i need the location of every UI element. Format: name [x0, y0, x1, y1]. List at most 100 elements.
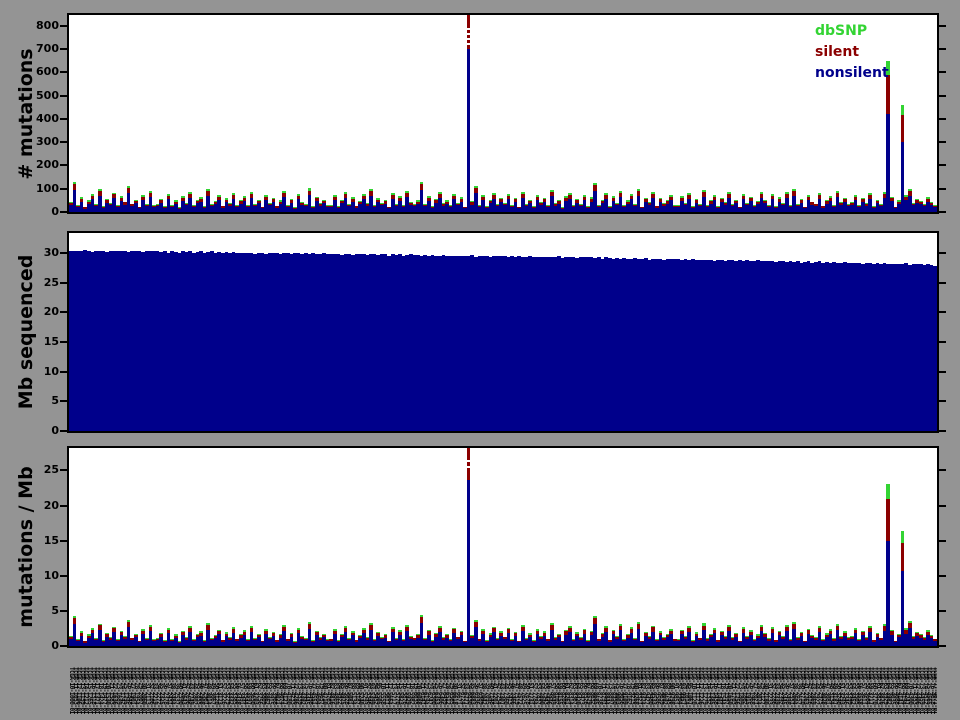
panel-mutation-rate: 0 5 10 15 20 25 — [44, 446, 946, 652]
y-tick-right — [939, 311, 946, 314]
axis-break-mark — [466, 28, 471, 30]
y-tick-left — [60, 94, 67, 97]
bar-segment-dbsnp — [901, 531, 904, 543]
y-tick-right — [939, 211, 946, 213]
y-tick-label: 200 — [36, 158, 59, 172]
y-tick-right — [939, 187, 946, 190]
y-tick-label: 15 — [43, 335, 59, 349]
legend-label-nonsilent: nonsilent — [815, 65, 889, 81]
y-tick-left — [60, 370, 67, 373]
bar — [933, 205, 937, 212]
y-tick-label: 10 — [43, 568, 59, 582]
y-tick-label: 100 — [36, 181, 59, 195]
y-tick-right — [939, 370, 946, 373]
y-tick-left — [60, 469, 67, 472]
bar — [933, 265, 937, 431]
legend-item-nonsilent: nonsilent — [815, 63, 889, 84]
legend-label-dbsnp: dbSNP — [815, 23, 868, 39]
y-tick-right — [939, 117, 946, 120]
axis-break-mark — [466, 460, 471, 462]
y-tick-label: 30 — [43, 246, 59, 260]
y-tick-label: 25 — [43, 275, 59, 289]
y-tick-left — [60, 164, 67, 167]
y-tick-left — [60, 539, 67, 542]
axis-break-mark — [466, 43, 471, 45]
y-tick-label: 700 — [36, 41, 59, 55]
y-tick-right — [939, 24, 946, 27]
bar — [933, 638, 937, 646]
y-tick-right — [939, 469, 946, 472]
legend-item-dbsnp: dbSNP — [815, 21, 889, 42]
y-tick-left — [60, 430, 67, 432]
y-tick-right — [939, 94, 946, 97]
y-tick-right — [939, 47, 946, 50]
y-tick-right — [939, 400, 946, 403]
bar — [467, 448, 470, 646]
y-tick-left — [60, 400, 67, 403]
y-tick-left — [60, 24, 67, 27]
y-tick-left — [60, 252, 67, 255]
y-tick-right — [939, 281, 946, 284]
legend-item-silent: silent — [815, 42, 889, 63]
bar-segment-mb-sequenced — [933, 265, 937, 431]
y-tick-right — [939, 141, 946, 144]
axis-break-mark — [466, 33, 471, 35]
y-tick-right — [939, 71, 946, 74]
y-tick-label: 20 — [43, 498, 59, 512]
y-tick-right — [939, 252, 946, 255]
y-tick-label: 800 — [36, 18, 59, 32]
y-tick-left — [60, 574, 67, 577]
y-tick-label: 400 — [36, 111, 59, 125]
y-tick-left — [60, 211, 67, 213]
y-tick-label: 15 — [43, 533, 59, 547]
bar-segment-dbsnp — [886, 483, 890, 499]
y-tick-label: 10 — [43, 364, 59, 378]
axis-break-mark — [466, 38, 471, 40]
y-tick-right — [939, 430, 946, 432]
bars-mutation-counts — [69, 15, 937, 212]
legend: dbSNP silent nonsilent — [815, 21, 889, 84]
plot-area-mutation-rate: 0 5 10 15 20 25 — [44, 448, 946, 652]
bar-segment-nonsilent — [467, 49, 470, 212]
y-tick-left — [60, 187, 67, 190]
y-tick-right — [939, 164, 946, 167]
bar-segment-nonsilent — [933, 640, 937, 646]
y-tick-left — [60, 341, 67, 344]
plot-area-mutation-counts: dbSNP silent nonsilent 0 100 200 300 400 500 6… — [36, 15, 946, 218]
y-tick-label: 0 — [51, 424, 59, 437]
panel-mb-sequenced: 0 5 10 15 20 25 30 — [44, 231, 946, 437]
bar-segment-silent — [886, 498, 890, 542]
bar — [886, 483, 890, 646]
bars-mb-sequenced — [69, 233, 937, 431]
plot-area-mb-sequenced: 0 5 10 15 20 25 30 — [44, 233, 946, 437]
legend-label-silent: silent — [815, 44, 860, 60]
y-tick-right — [939, 341, 946, 344]
y-tick-right — [939, 609, 946, 612]
y-tick-right — [939, 539, 946, 542]
y-tick-label: 5 — [51, 394, 59, 408]
bars-mutation-rate — [69, 448, 937, 646]
y-tick-left — [60, 311, 67, 314]
y-tick-label: 600 — [36, 65, 59, 79]
y-axis-title-mutation-rate: mutations / Mb — [15, 466, 37, 628]
y-tick-right — [939, 645, 946, 647]
y-tick-left — [60, 71, 67, 74]
y-tick-left — [60, 117, 67, 120]
bar-segment-silent — [901, 542, 904, 572]
sample-label: TCGA-77-4671-01 — [932, 667, 937, 714]
axis-break-mark — [466, 466, 471, 468]
y-tick-left — [60, 504, 67, 507]
y-tick-left — [60, 141, 67, 144]
bar-segment-silent — [901, 115, 904, 143]
bar-segment-nonsilent — [933, 207, 937, 212]
y-tick-left — [60, 47, 67, 50]
x-axis-sample-labels: TCGA-10-1000-01 TCGA-11-1053-01 TCGA-12-11… — [69, 667, 937, 720]
y-tick-label: 25 — [43, 463, 59, 477]
y-tick-label: 5 — [51, 603, 59, 617]
y-tick-left — [60, 645, 67, 647]
bar-segment-silent — [467, 448, 470, 480]
y-tick-left — [60, 609, 67, 612]
y-tick-label: 0 — [51, 205, 59, 218]
y-tick-label: 500 — [36, 88, 59, 102]
bar-segment-dbsnp — [901, 104, 904, 116]
